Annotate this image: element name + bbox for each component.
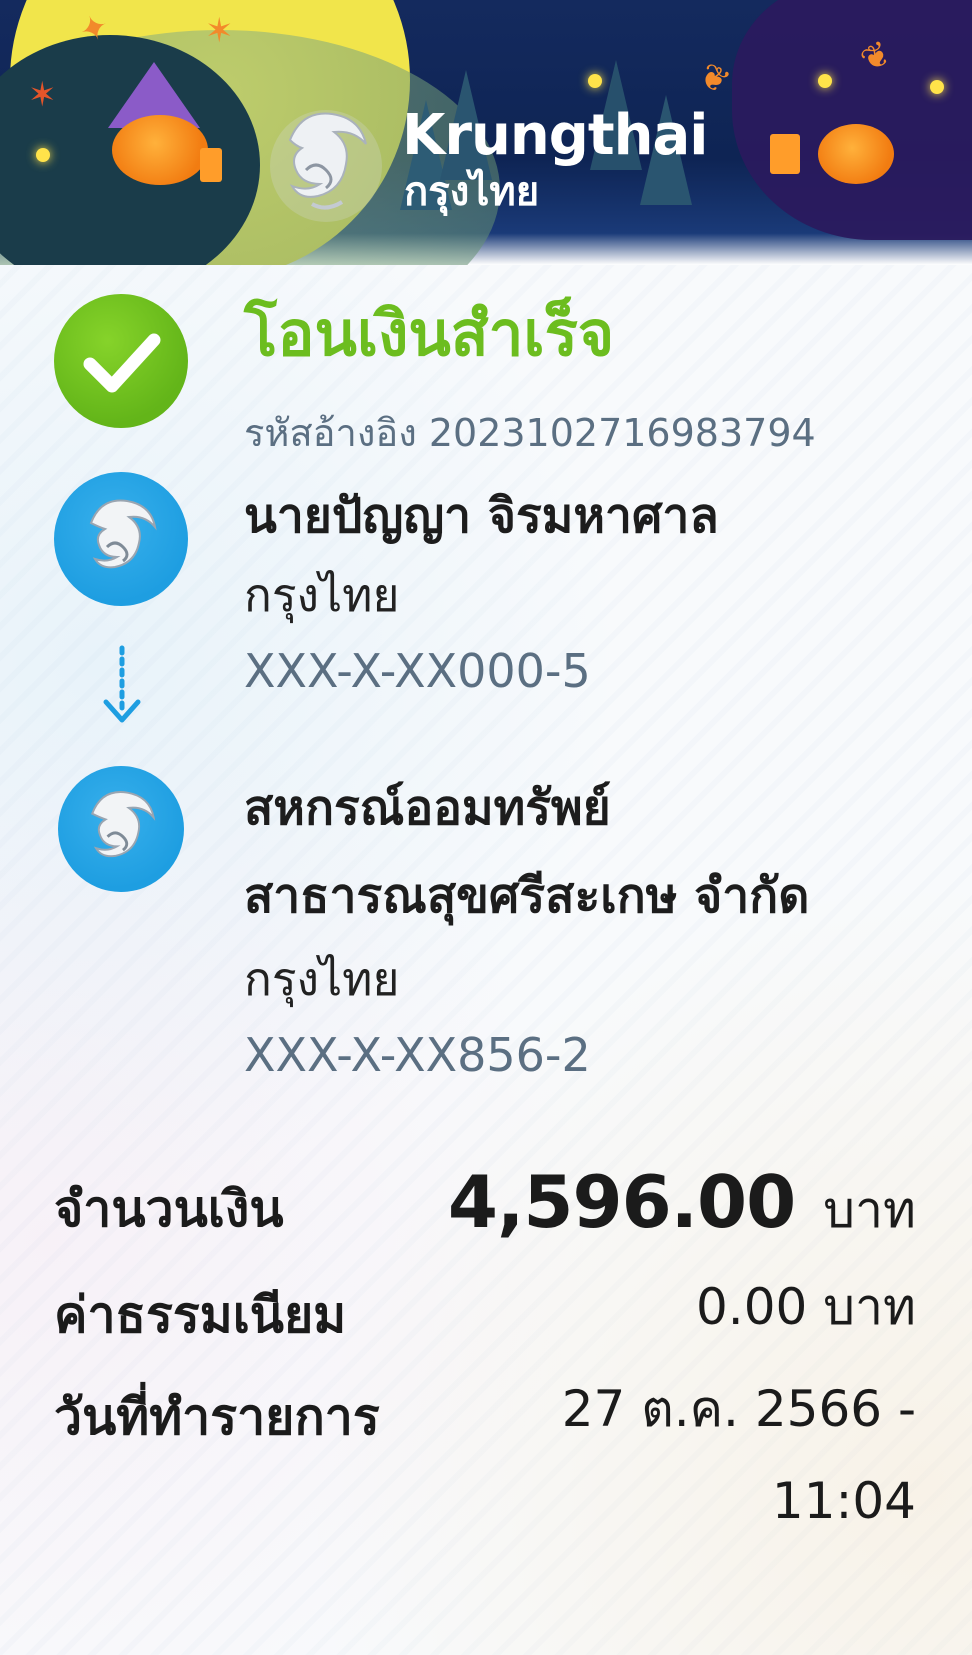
reference-label: รหัสอ้างอิง: [244, 411, 417, 455]
receiver-account: XXX-X-XX856-2: [244, 1028, 591, 1082]
sender-account: XXX-X-XX000-5: [244, 644, 591, 698]
brand-name: Krungthai: [402, 103, 708, 168]
leaf-icon: ✶: [28, 75, 57, 115]
pumpkin-icon: [112, 115, 208, 185]
pumpkin-icon: [818, 124, 894, 184]
brand-thai-name: กรุงไทย: [404, 169, 540, 215]
light-dot-decoration: [588, 74, 602, 88]
reference-line: รหัสอ้างอิง 2023102716983794: [244, 414, 816, 452]
receiver-bank-avatar: [58, 766, 184, 892]
reference-value: 2023102716983794: [428, 411, 816, 455]
date-value-line1: 27 ต.ค. 2566 -: [561, 1380, 916, 1438]
header-banner: ✦ ✶ ✶ ❦ ❦ Krungthai กรุงไทย: [0, 0, 972, 265]
time-value: 11:04: [771, 1472, 916, 1530]
receiver-name-line1: สหกรณ์ออมทรัพย์: [244, 780, 611, 836]
krungthai-logo-icon: [89, 499, 157, 569]
date-label: วันที่ทำรายการ: [54, 1388, 380, 1446]
spooky-tree-decoration: [732, 0, 972, 240]
leaf-icon: ❦: [691, 54, 737, 104]
sender-name: นายปัญญา จิรมหาศาล: [244, 488, 719, 544]
fee-label: ค่าธรรมเนียม: [54, 1286, 347, 1344]
candle-icon: [770, 134, 800, 174]
sender-bank-avatar: [54, 472, 188, 606]
amount-value: 4,596.00: [447, 1160, 796, 1244]
krungthai-logo-icon: [90, 791, 156, 858]
light-dot-decoration: [930, 80, 944, 94]
amount-unit: บาท: [823, 1181, 916, 1239]
krungthai-logo-icon: [270, 110, 382, 222]
light-dot-decoration: [36, 148, 50, 162]
arrow-down-icon: [103, 645, 141, 723]
sender-bank: กรุงไทย: [244, 568, 400, 622]
light-dot-decoration: [818, 74, 832, 88]
amount-label: จำนวนเงิน: [54, 1180, 284, 1238]
amount-row-value: 4,596.00 บาท: [448, 1166, 916, 1238]
candle-icon: [200, 148, 222, 182]
fee-value: 0.00 บาท: [696, 1278, 916, 1336]
check-circle-icon: [54, 294, 188, 428]
receiver-bank: กรุงไทย: [244, 952, 400, 1006]
receiver-name-line2: สาธารณสุขศรีสะเกษ จำกัด: [244, 868, 810, 924]
leaf-icon: ✶: [205, 11, 234, 51]
status-title: โอนเงินสำเร็จ: [244, 297, 615, 370]
